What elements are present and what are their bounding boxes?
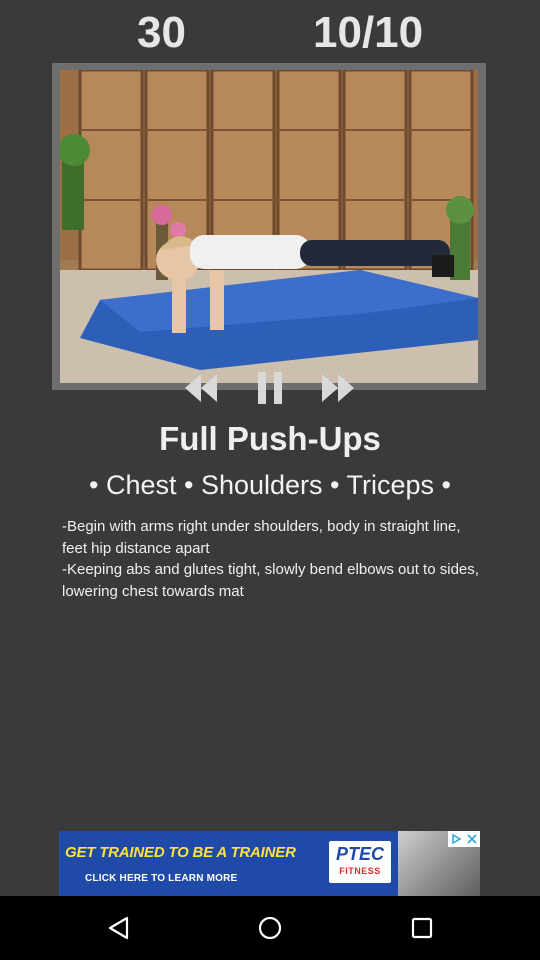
pause-icon — [258, 372, 282, 404]
pause-button[interactable] — [250, 368, 290, 408]
exercise-instructions: -Begin with arms right under shoulders, … — [62, 516, 482, 602]
exercise-video[interactable] — [60, 70, 478, 383]
ad-close-icon[interactable] — [464, 831, 480, 847]
recents-square-icon — [411, 917, 433, 939]
ad-info-icon[interactable] — [448, 831, 464, 847]
system-navigation-bar — [0, 896, 540, 960]
rewind-button[interactable] — [181, 368, 221, 408]
back-button[interactable] — [99, 908, 139, 948]
exercise-title: Full Push-Ups — [159, 420, 381, 457]
video-controls — [0, 368, 540, 408]
ad-cta: CLICK HERE TO LEARN MORE — [85, 873, 238, 884]
ad-banner[interactable]: GET TRAINED TO BE A TRAINER CLICK HERE T… — [59, 831, 480, 896]
exercise-progress: 10/10 — [313, 8, 424, 57]
ad-controls — [448, 831, 480, 847]
ad-brand-sub: FITNESS — [339, 866, 381, 876]
instruction-step: -Keeping abs and glutes tight, slowly be… — [62, 561, 479, 600]
muscle-groups: • Chest • Shoulders • Triceps • — [89, 470, 451, 500]
video-frame — [52, 63, 486, 390]
ad-headline: GET TRAINED TO BE A TRAINER — [65, 844, 296, 861]
back-triangle-icon — [108, 916, 129, 940]
rewind-icon — [185, 374, 217, 402]
instruction-step: -Begin with arms right under shoulders, … — [62, 518, 461, 557]
recents-button[interactable] — [402, 908, 442, 948]
home-circle-icon — [258, 916, 282, 940]
ad-brand: PTEC — [335, 844, 384, 864]
exercise-video-thumbnail — [60, 70, 478, 383]
ad-logo: PTEC FITNESS — [329, 841, 391, 883]
home-button[interactable] — [250, 908, 290, 948]
fast-forward-button[interactable] — [318, 368, 358, 408]
fast-forward-icon — [322, 374, 354, 402]
timer-display: 30 — [137, 8, 186, 57]
